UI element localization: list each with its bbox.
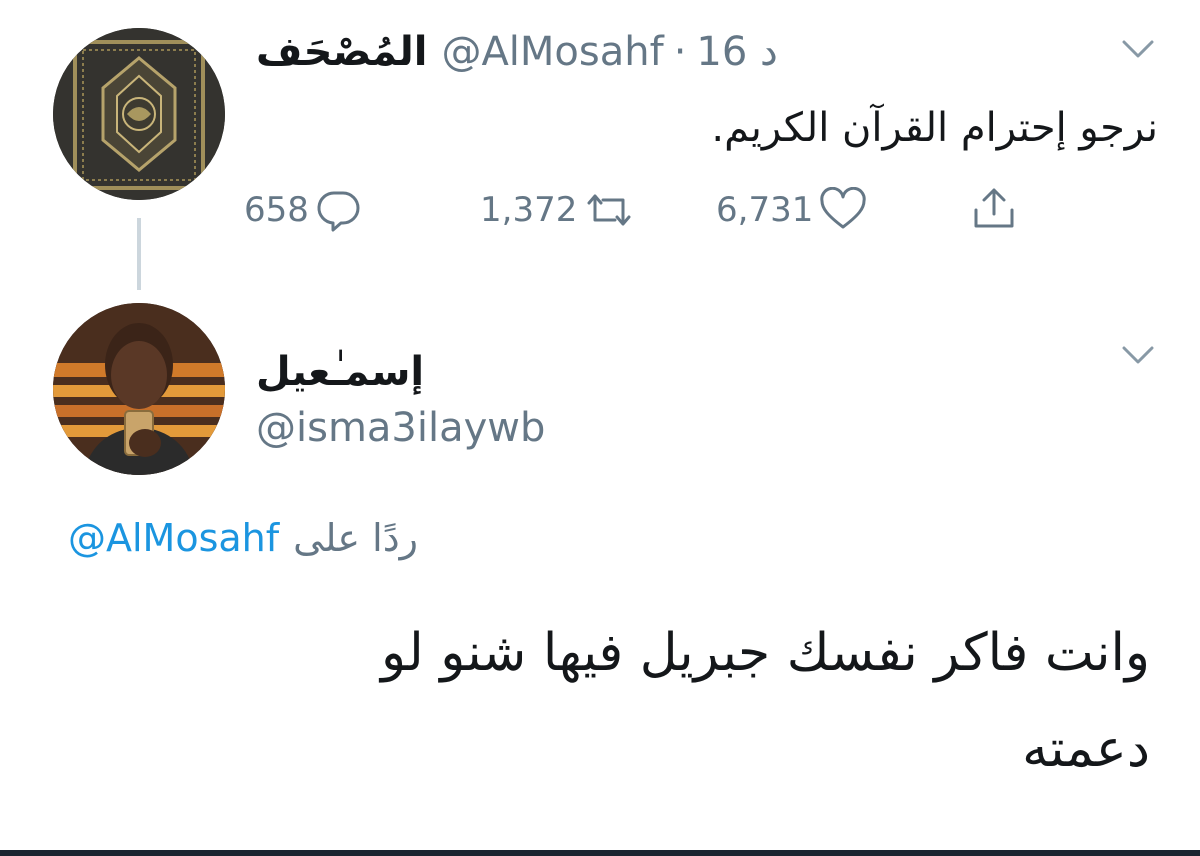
separator: · xyxy=(673,29,687,75)
avatar[interactable] xyxy=(53,28,225,200)
reply-icon xyxy=(317,191,360,232)
timestamp[interactable]: 16 د xyxy=(696,29,777,75)
retweet-icon xyxy=(587,194,631,226)
profile-photo-image xyxy=(53,303,225,475)
avatar[interactable] xyxy=(53,303,225,475)
reply-action[interactable]: 658 xyxy=(244,182,365,238)
retweet-action[interactable]: 1,372 xyxy=(480,182,637,238)
retweet-count: 1,372 xyxy=(480,190,578,230)
like-count: 6,731 xyxy=(716,190,814,230)
share-icon xyxy=(974,188,1014,228)
share-action[interactable] xyxy=(968,180,1020,236)
chevron-down-icon[interactable] xyxy=(1118,34,1158,64)
display-name[interactable]: المُصْحَف xyxy=(256,29,427,75)
tweet-text: نرجو إحترام القرآن الكريم. xyxy=(711,105,1158,151)
like-icon xyxy=(820,187,867,229)
reply-text-line-2: دعمته xyxy=(1022,719,1150,779)
handle[interactable]: @AlMosahf xyxy=(441,29,663,75)
replying-to-label: ردًا على xyxy=(293,516,418,560)
bottom-border xyxy=(0,850,1200,856)
quran-cover-image xyxy=(53,28,225,200)
replying-to: @AlMosahf ردًا على xyxy=(68,512,568,564)
like-action[interactable]: 6,731 xyxy=(716,182,869,238)
reply-handle[interactable]: @isma3ilaywb xyxy=(256,402,656,454)
reply-display-name[interactable]: إسمـٰعيل xyxy=(256,346,556,398)
chevron-down-icon[interactable] xyxy=(1118,340,1158,370)
thread-line xyxy=(137,218,141,290)
reply-text-line-1: وانت فاكر نفسك جبريل فيها شنو لو xyxy=(381,623,1150,683)
replying-to-handle[interactable]: @AlMosahf xyxy=(68,516,279,560)
tweet-header: المُصْحَف @AlMosahf · 16 د xyxy=(256,26,876,78)
reply-count: 658 xyxy=(244,190,309,230)
